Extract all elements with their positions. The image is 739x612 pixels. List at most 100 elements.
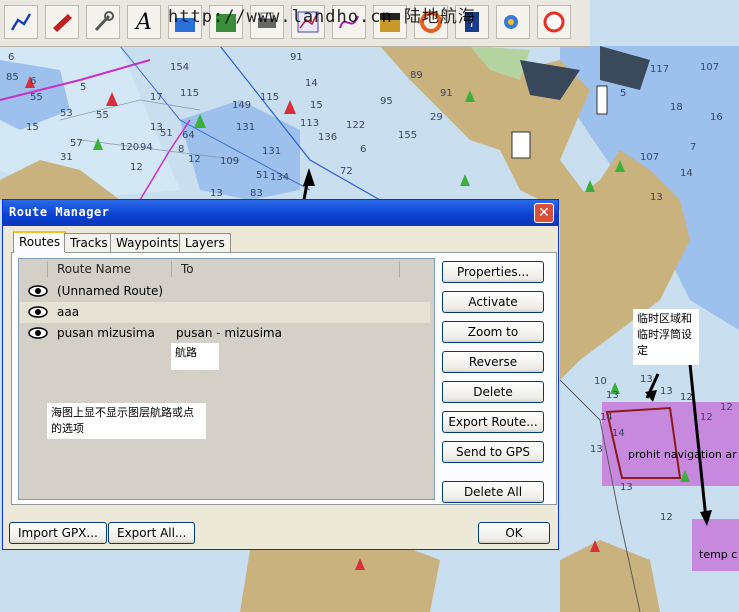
column-to[interactable]: To — [181, 261, 194, 277]
route-icon[interactable] — [4, 5, 38, 39]
import-gpx-button[interactable]: Import GPX... — [9, 522, 107, 544]
depth-sounding: 115 — [180, 88, 199, 99]
depth-sounding: 7 — [690, 142, 696, 153]
delete-button[interactable]: Delete — [442, 381, 544, 403]
depth-sounding: 15 — [26, 122, 39, 133]
depth-sounding: 51 — [160, 128, 173, 139]
depth-sounding: 6 — [8, 52, 14, 63]
list-item[interactable]: (Unnamed Route) — [20, 281, 430, 302]
column-separator — [171, 261, 172, 277]
depth-sounding: 29 — [430, 112, 443, 123]
dialog-titlebar[interactable]: Route Manager ✕ — [3, 200, 558, 226]
depth-sounding: 107 — [700, 62, 719, 73]
depth-sounding: 8 — [178, 144, 184, 155]
list-item[interactable]: pusan mizusima pusan - mizusima — [20, 323, 430, 344]
depth-sounding: 17 — [150, 92, 163, 103]
temporary-buoy-area — [692, 519, 739, 571]
depth-sounding: 13 — [660, 386, 673, 397]
depth-sounding: 113 — [300, 118, 319, 129]
depth-sounding: 72 — [340, 166, 353, 177]
depth-sounding: 149 — [232, 100, 251, 111]
depth-sounding: 12 — [720, 402, 733, 413]
depth-sounding: 55 — [30, 92, 43, 103]
depth-sounding: 53 — [60, 108, 73, 119]
route-name: (Unnamed Route) — [57, 284, 164, 298]
send-to-gps-button[interactable]: Send to GPS — [442, 441, 544, 463]
depth-sounding: 12 — [660, 512, 673, 523]
depth-sounding: 5 — [620, 88, 626, 99]
reverse-button[interactable]: Reverse — [442, 351, 544, 373]
depth-sounding: 14 — [680, 168, 693, 179]
visibility-eye-icon[interactable] — [28, 304, 48, 320]
depth-sounding: 57 — [70, 138, 83, 149]
lifering-icon[interactable] — [537, 5, 571, 39]
depth-sounding: 12 — [700, 412, 713, 423]
depth-sounding: 13 — [650, 192, 663, 203]
temporary-area-label: temp c — [699, 548, 737, 561]
depth-sounding: 64 — [182, 130, 195, 141]
export-route-button[interactable]: Export Route... — [442, 411, 544, 433]
export-all-button[interactable]: Export All... — [108, 522, 196, 544]
route-annotation: 航路 — [171, 343, 219, 370]
depth-sounding: 5 — [80, 82, 86, 93]
depth-sounding: 14 — [305, 78, 318, 89]
depth-sounding: 134 — [270, 172, 289, 183]
depth-sounding: 120 — [120, 142, 139, 153]
depth-sounding: 10 — [594, 376, 607, 387]
depth-sounding: 12 — [680, 392, 693, 403]
column-route-name[interactable]: Route Name — [57, 261, 131, 277]
tab-layers[interactable]: Layers — [179, 233, 231, 252]
depth-sounding: 6 — [30, 76, 36, 87]
activate-button[interactable]: Activate — [442, 291, 544, 313]
boat-icon[interactable] — [45, 5, 79, 39]
depth-sounding: 117 — [650, 64, 669, 75]
close-icon[interactable]: ✕ — [534, 203, 554, 223]
visibility-eye-icon[interactable] — [28, 325, 48, 341]
depth-sounding: 13 — [640, 374, 653, 385]
depth-sounding: 85 — [6, 72, 19, 83]
depth-sounding: 136 — [318, 132, 337, 143]
route-to: pusan - mizusima — [176, 326, 282, 340]
depth-sounding: 155 — [398, 130, 417, 141]
depth-sounding: 131 — [236, 122, 255, 133]
properties-button[interactable]: Properties... — [442, 261, 544, 283]
depth-sounding: 55 — [96, 110, 109, 121]
gps-icon[interactable] — [496, 5, 530, 39]
watermark-text: http://www.landho.cn 陆地航海 — [168, 7, 476, 27]
route-manager-dialog: Route Manager ✕ Routes Tracks Waypoints … — [2, 199, 559, 550]
depth-sounding: 12 — [188, 154, 201, 165]
route-name: pusan mizusima — [57, 326, 155, 340]
depth-sounding: 51 — [256, 170, 269, 181]
depth-sounding: 115 — [260, 92, 279, 103]
route-list[interactable]: Route Name To (Unnamed Route) aaa pusan … — [18, 258, 435, 500]
depth-sounding: 13 — [590, 444, 603, 455]
wrench-icon[interactable] — [86, 5, 120, 39]
tab-tracks[interactable]: Tracks — [64, 233, 114, 252]
depth-sounding: 107 — [640, 152, 659, 163]
delete-all-button[interactable]: Delete All — [442, 481, 544, 503]
column-separator — [47, 261, 48, 277]
main-toolbar: A i http://www.landho.cn 陆地航海 — [0, 0, 590, 47]
prohibited-area-label: prohit navigation ar — [628, 448, 737, 461]
depth-sounding: 89 — [410, 70, 423, 81]
depth-sounding: 16 — [710, 112, 723, 123]
tab-waypoints[interactable]: Waypoints — [110, 233, 185, 252]
depth-sounding: 154 — [170, 62, 189, 73]
depth-sounding: 12 — [130, 162, 143, 173]
depth-sounding: 13 — [620, 482, 633, 493]
depth-sounding: 83 — [250, 188, 263, 199]
column-separator — [399, 261, 400, 277]
depth-sounding: 6 — [360, 144, 366, 155]
depth-sounding: 91 — [290, 52, 303, 63]
depth-sounding: 31 — [60, 152, 73, 163]
zoom-to-button[interactable]: Zoom to — [442, 321, 544, 343]
dialog-title: Route Manager — [9, 205, 110, 219]
tab-routes[interactable]: Routes — [13, 231, 67, 253]
depth-sounding: 131 — [262, 146, 281, 157]
depth-sounding: 15 — [310, 100, 323, 111]
visibility-eye-icon[interactable] — [28, 283, 48, 299]
depth-sounding: 13 — [606, 390, 619, 401]
ok-button[interactable]: OK — [478, 522, 550, 544]
text-tool-icon[interactable]: A — [127, 5, 161, 39]
list-item[interactable]: aaa — [20, 302, 430, 323]
